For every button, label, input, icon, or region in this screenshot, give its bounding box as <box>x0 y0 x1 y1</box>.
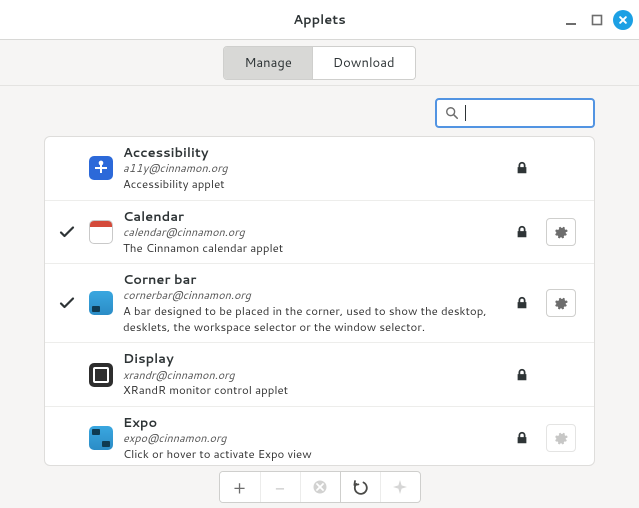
lock-icon <box>510 368 534 382</box>
search-row <box>0 86 639 136</box>
settings-col <box>544 289 578 317</box>
maximize-button[interactable] <box>587 10 607 30</box>
close-button[interactable] <box>613 10 633 30</box>
applet-text: Display xrandr@cinnamon.org XRandR monit… <box>123 351 500 398</box>
applet-row[interactable]: Corner bar cornerbar@cinnamon.org A bar … <box>45 264 594 343</box>
lock-icon <box>510 431 534 445</box>
applet-list: Accessibility a11y@cinnamon.org Accessib… <box>44 136 595 466</box>
applet-desc: Accessibility applet <box>123 176 500 192</box>
applet-text: Corner bar cornerbar@cinnamon.org A bar … <box>123 272 500 334</box>
lock-icon <box>510 161 534 175</box>
accessibility-icon <box>89 156 113 180</box>
action-toolbar-group: + − <box>219 471 421 503</box>
restore-button[interactable] <box>340 472 380 502</box>
add-button[interactable]: + <box>220 472 260 502</box>
delete-icon <box>312 479 328 495</box>
applet-id: xrandr@cinnamon.org <box>123 368 500 383</box>
applet-id: calendar@cinnamon.org <box>123 225 500 240</box>
corner-bar-icon <box>89 291 113 315</box>
window-title: Applets <box>293 11 345 29</box>
tab-switcher: Manage Download <box>223 46 415 80</box>
applet-desc: Click or hover to activate Expo view <box>123 446 500 462</box>
settings-button[interactable] <box>546 218 576 246</box>
applet-desc: A bar designed to be placed in the corne… <box>123 303 500 334</box>
applet-id: a11y@cinnamon.org <box>123 161 500 176</box>
tab-switcher-row: Manage Download <box>0 40 639 86</box>
display-icon <box>89 363 113 387</box>
applet-name: Calendar <box>123 209 500 225</box>
expo-icon <box>89 426 113 450</box>
uninstall-button <box>300 472 340 502</box>
applet-row[interactable]: Expo expo@cinnamon.org Click or hover to… <box>45 407 594 465</box>
settings-col <box>544 218 578 246</box>
enabled-check <box>55 224 79 240</box>
about-button <box>380 472 420 502</box>
text-cursor <box>465 105 466 121</box>
window-controls <box>561 0 633 40</box>
enabled-check <box>55 295 79 311</box>
undo-icon <box>351 478 369 496</box>
tab-download[interactable]: Download <box>312 47 415 79</box>
settings-col <box>544 424 578 452</box>
check-icon <box>59 295 75 311</box>
headerbar: Applets <box>0 0 639 40</box>
gear-icon <box>554 431 568 445</box>
applet-id: cornerbar@cinnamon.org <box>123 288 500 303</box>
settings-button[interactable] <box>546 289 576 317</box>
lock-icon <box>510 225 534 239</box>
action-toolbar: + − <box>0 466 639 508</box>
calendar-icon <box>89 220 113 244</box>
search-icon <box>445 106 459 120</box>
check-icon <box>59 224 75 240</box>
applet-row[interactable]: Display xrandr@cinnamon.org XRandR monit… <box>45 343 594 407</box>
applet-id: expo@cinnamon.org <box>123 431 500 446</box>
star-four-icon <box>392 479 408 495</box>
applet-row[interactable]: Accessibility a11y@cinnamon.org Accessib… <box>45 137 594 201</box>
applet-name: Display <box>123 351 500 367</box>
applet-list-scroll[interactable]: Accessibility a11y@cinnamon.org Accessib… <box>45 137 594 465</box>
applet-text: Expo expo@cinnamon.org Click or hover to… <box>123 415 500 462</box>
applet-name: Accessibility <box>123 145 500 161</box>
settings-button-disabled <box>546 424 576 452</box>
applet-desc: XRandR monitor control applet <box>123 382 500 398</box>
remove-button: − <box>260 472 300 502</box>
minimize-button[interactable] <box>561 10 581 30</box>
applet-row[interactable]: Calendar calendar@cinnamon.org The Cinna… <box>45 201 594 265</box>
applet-text: Calendar calendar@cinnamon.org The Cinna… <box>123 209 500 256</box>
applet-desc: The Cinnamon calendar applet <box>123 240 500 256</box>
minus-icon: − <box>275 478 285 496</box>
applet-text: Accessibility a11y@cinnamon.org Accessib… <box>123 145 500 192</box>
search-input[interactable] <box>472 106 585 121</box>
gear-icon <box>554 225 568 239</box>
applet-name: Corner bar <box>123 272 500 288</box>
applet-name: Expo <box>123 415 500 431</box>
tab-manage[interactable]: Manage <box>224 47 311 79</box>
search-box[interactable] <box>435 98 595 128</box>
plus-icon: + <box>233 478 245 496</box>
lock-icon <box>510 296 534 310</box>
gear-icon <box>554 296 568 310</box>
